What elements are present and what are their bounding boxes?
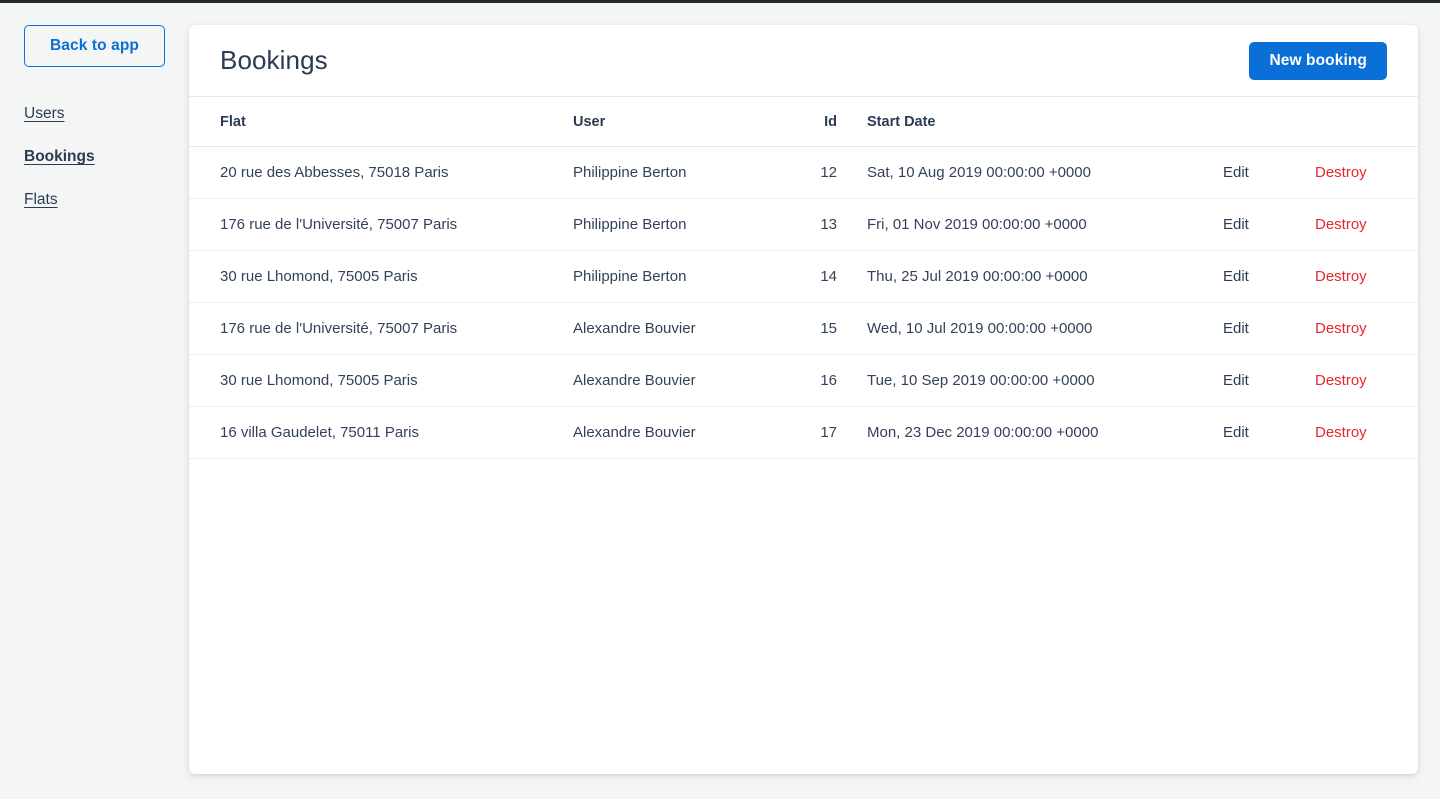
edit-link[interactable]: Edit	[1223, 268, 1249, 285]
table-header-row: Flat User Id Start Date	[189, 97, 1418, 147]
cell-start-date: Thu, 25 Jul 2019 00:00:00 +0000	[845, 250, 1215, 303]
cell-id: 17	[789, 406, 845, 459]
destroy-link[interactable]: Destroy	[1315, 372, 1367, 389]
edit-link[interactable]: Edit	[1223, 164, 1249, 181]
column-header-user: User	[565, 97, 789, 147]
cell-id: 12	[789, 146, 845, 199]
cell-user: Alexandre Bouvier	[565, 406, 789, 459]
cell-user: Alexandre Bouvier	[565, 302, 789, 355]
cell-start-date: Tue, 10 Sep 2019 00:00:00 +0000	[845, 354, 1215, 407]
column-header-flat: Flat	[189, 97, 565, 147]
destroy-link[interactable]: Destroy	[1315, 164, 1367, 181]
page-title: Bookings	[220, 45, 328, 75]
cell-flat: 30 rue Lhomond, 75005 Paris	[189, 354, 565, 407]
edit-link[interactable]: Edit	[1223, 320, 1249, 337]
column-header-id: Id	[789, 97, 845, 147]
cell-flat: 20 rue des Abbesses, 75018 Paris	[189, 146, 565, 199]
card-header: Bookings New booking	[189, 25, 1418, 97]
cell-start-date: Wed, 10 Jul 2019 00:00:00 +0000	[845, 302, 1215, 355]
column-header-edit	[1215, 97, 1307, 147]
table-row: 16 villa Gaudelet, 75011 Paris Alexandre…	[189, 406, 1418, 459]
column-header-start-date: Start Date	[845, 97, 1215, 147]
cell-start-date: Mon, 23 Dec 2019 00:00:00 +0000	[845, 406, 1215, 459]
sidebar-item-bookings[interactable]: Bookings	[24, 148, 95, 166]
bookings-card: Bookings New booking Flat User Id Start …	[189, 25, 1418, 774]
edit-link[interactable]: Edit	[1223, 424, 1249, 441]
bookings-table: Flat User Id Start Date 20 rue des Abbes…	[189, 97, 1418, 459]
table-row: 176 rue de l'Université, 75007 Paris Ale…	[189, 302, 1418, 355]
table-row: 30 rue Lhomond, 75005 Paris Philippine B…	[189, 250, 1418, 303]
cell-flat: 176 rue de l'Université, 75007 Paris	[189, 198, 565, 251]
admin-page: Back to app Users Bookings Flats Booking…	[0, 3, 1440, 799]
table-head: Flat User Id Start Date	[189, 97, 1418, 147]
cell-start-date: Sat, 10 Aug 2019 00:00:00 +0000	[845, 146, 1215, 199]
back-to-app-button[interactable]: Back to app	[24, 25, 165, 67]
new-booking-button[interactable]: New booking	[1249, 41, 1387, 80]
cell-id: 15	[789, 302, 845, 355]
sidebar-nav-list: Users Bookings Flats	[24, 105, 189, 234]
sidebar: Back to app Users Bookings Flats	[0, 3, 189, 799]
cell-user: Philippine Berton	[565, 198, 789, 251]
destroy-link[interactable]: Destroy	[1315, 424, 1367, 441]
cell-user: Philippine Berton	[565, 250, 789, 303]
destroy-link[interactable]: Destroy	[1315, 216, 1367, 233]
table-row: 30 rue Lhomond, 75005 Paris Alexandre Bo…	[189, 354, 1418, 407]
table-row: 176 rue de l'Université, 75007 Paris Phi…	[189, 198, 1418, 251]
cell-user: Alexandre Bouvier	[565, 354, 789, 407]
cell-id: 14	[789, 250, 845, 303]
cell-user: Philippine Berton	[565, 146, 789, 199]
edit-link[interactable]: Edit	[1223, 372, 1249, 389]
cell-flat: 16 villa Gaudelet, 75011 Paris	[189, 406, 565, 459]
sidebar-item-flats[interactable]: Flats	[24, 191, 58, 209]
cell-flat: 176 rue de l'Université, 75007 Paris	[189, 302, 565, 355]
table-body: 20 rue des Abbesses, 75018 Paris Philipp…	[189, 146, 1418, 459]
column-header-destroy	[1307, 97, 1418, 147]
destroy-link[interactable]: Destroy	[1315, 320, 1367, 337]
edit-link[interactable]: Edit	[1223, 216, 1249, 233]
cell-start-date: Fri, 01 Nov 2019 00:00:00 +0000	[845, 198, 1215, 251]
cell-id: 16	[789, 354, 845, 407]
sidebar-item-users[interactable]: Users	[24, 105, 64, 123]
table-row: 20 rue des Abbesses, 75018 Paris Philipp…	[189, 146, 1418, 199]
cell-id: 13	[789, 198, 845, 251]
cell-flat: 30 rue Lhomond, 75005 Paris	[189, 250, 565, 303]
destroy-link[interactable]: Destroy	[1315, 268, 1367, 285]
